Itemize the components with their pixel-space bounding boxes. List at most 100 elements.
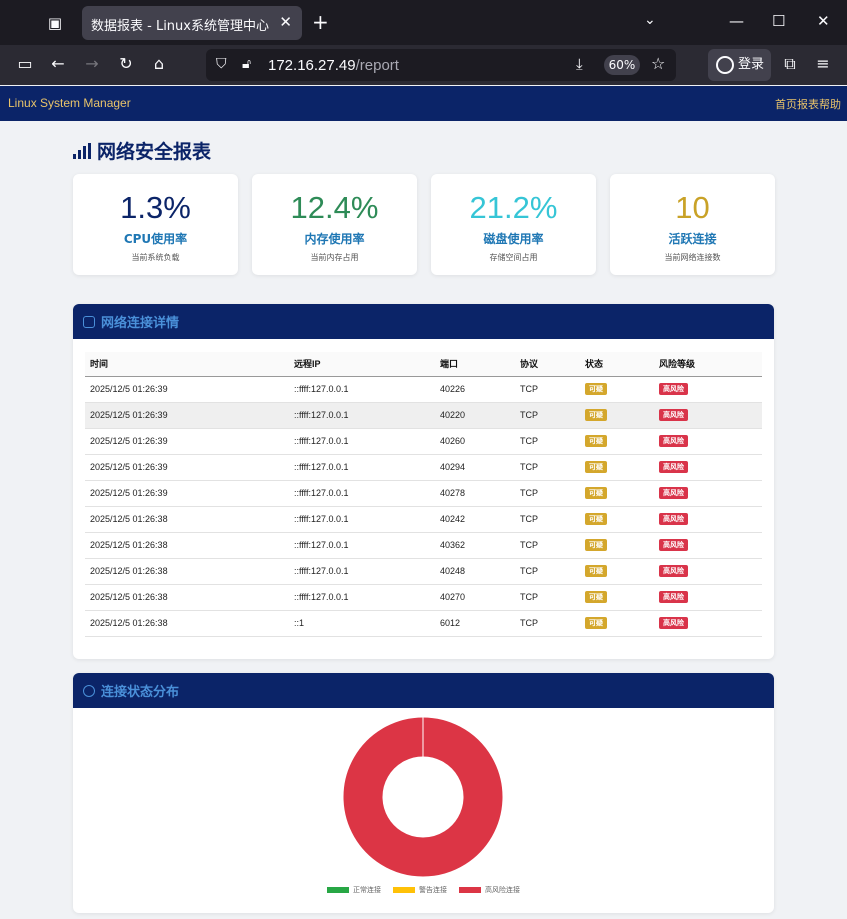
stat-card-cpu: 1.3% CPU使用率 当前系统负载 [73,174,238,275]
shield-icon [83,315,95,328]
risk-badge: 高风险 [659,565,688,577]
cell-time: 2025/12/5 01:26:39 [85,402,289,429]
cell-port: 40220 [435,402,515,429]
status-badge-cell: 可疑 [580,532,654,559]
nav-home[interactable]: 首页 [775,98,797,111]
cell-port: 6012 [435,610,515,637]
risk-badge: 高风险 [659,461,688,473]
stat-label: 磁盘使用率 [483,232,544,246]
table-row: 2025/12/5 01:26:38::ffff:127.0.0.1 40362 T… [85,532,762,559]
stat-value: 21.2% [469,190,558,225]
stat-label: 活跃连接 [668,232,717,246]
risk-badge-cell: 高风险 [654,584,762,611]
legend-item[interactable]: 正常连接 [327,885,381,895]
risk-badge-cell: 高风险 [654,454,762,481]
cell-ip: ::ffff:127.0.0.1 [289,454,435,481]
legend-item[interactable]: 警告连接 [393,885,447,895]
menu-icon[interactable]: ≡ [812,54,834,73]
risk-badge-cell: 高风险 [654,506,762,533]
tab-list-icon[interactable]: ▣ [44,12,66,34]
cell-ip: ::ffff:127.0.0.1 [289,428,435,455]
col-time: 时间 [85,352,289,377]
brand-logo[interactable]: Linux System Manager [8,96,131,110]
zoom-level[interactable]: 60% [604,55,640,75]
risk-badge: 高风险 [659,383,688,395]
forward-icon[interactable]: → [81,54,103,73]
cell-ip: ::ffff:127.0.0.1 [289,532,435,559]
cell-proto: TCP [515,506,580,533]
shield-icon[interactable]: ⛉ [216,56,227,72]
donut-chart [342,716,504,878]
new-tab-icon[interactable]: + [312,10,329,34]
legend-swatch [393,887,415,893]
cell-port: 40260 [435,428,515,455]
status-badge: 可疑 [585,591,607,603]
cell-time: 2025/12/5 01:26:38 [85,610,289,637]
reload-icon[interactable]: ↻ [115,54,137,73]
connections-table: 时间 远程IP 端口 协议 状态 风险等级 2025/12/5 01:26:39… [85,352,762,637]
table-row: 2025/12/5 01:26:39::ffff:127.0.0.1 40220 T… [85,402,762,429]
status-badge: 可疑 [585,617,607,629]
status-badge-cell: 可疑 [580,402,654,429]
cell-time: 2025/12/5 01:26:39 [85,480,289,507]
signal-bars-icon [73,142,91,159]
cell-proto: TCP [515,532,580,559]
url-text[interactable]: 172.16.27.49/report [268,57,399,74]
minimize-icon[interactable]: — [729,12,744,30]
sidebar-icon[interactable]: ▭ [14,54,36,73]
legend-label: 正常连接 [353,886,381,894]
nav-help[interactable]: 帮助 [819,98,841,111]
status-badge-cell: 可疑 [580,428,654,455]
page-title-text: 网络安全报表 [97,141,212,163]
cell-ip: ::ffff:127.0.0.1 [289,558,435,585]
stat-sub: 当前网络连接数 [664,253,721,262]
chart-legend: 正常连接 警告连接 高风险连接 [73,885,774,895]
cell-time: 2025/12/5 01:26:38 [85,558,289,585]
col-port: 端口 [435,352,515,377]
stat-sub: 存储空间占用 [489,253,538,262]
close-window-icon[interactable]: ✕ [817,12,830,30]
panel-header: 网络连接详情 [73,304,774,339]
panel-header: 连接状态分布 [73,673,774,708]
cell-proto: TCP [515,558,580,585]
status-badge-cell: 可疑 [580,376,654,403]
legend-label: 高风险连接 [485,886,520,894]
cell-proto: TCP [515,454,580,481]
cell-proto: TCP [515,428,580,455]
col-ip: 远程IP [289,352,435,377]
login-button[interactable]: 登录 [708,49,771,81]
bookmark-star-icon[interactable]: ☆ [651,54,665,73]
cell-time: 2025/12/5 01:26:39 [85,454,289,481]
stat-sub: 当前内存占用 [310,253,359,262]
tab-close-icon[interactable]: ✕ [279,13,292,31]
stat-value: 12.4% [290,190,379,225]
stat-label: 内存使用率 [304,232,365,246]
risk-badge: 高风险 [659,409,688,421]
browser-tab[interactable]: 数据报表 - Linux系统管理中心 ✕ [82,6,302,40]
table-row: 2025/12/5 01:26:39::ffff:127.0.0.1 40278 T… [85,480,762,507]
cell-time: 2025/12/5 01:26:38 [85,532,289,559]
chevron-down-icon[interactable]: ⌄ [644,12,656,28]
back-icon[interactable]: ← [47,54,69,73]
cell-ip: ::ffff:127.0.0.1 [289,376,435,403]
legend-item[interactable]: 高风险连接 [459,885,520,895]
lock-icon[interactable]: 🔓︎ [242,56,251,72]
status-badge-cell: 可疑 [580,584,654,611]
status-badge: 可疑 [585,435,607,447]
download-icon[interactable]: ⤓ [576,55,583,73]
risk-badge: 高风险 [659,435,688,447]
nav-report[interactable]: 报表 [797,98,819,111]
cell-time: 2025/12/5 01:26:38 [85,584,289,611]
url-bar[interactable]: ⛉ 🔓︎ 172.16.27.49/report ⤓ 60% ☆ [206,49,676,81]
extensions-icon[interactable]: ⧉ [779,54,801,74]
home-icon[interactable]: ⌂ [148,54,170,73]
cell-port: 40270 [435,584,515,611]
col-risk: 风险等级 [654,352,762,377]
account-icon [716,56,734,74]
status-badge-cell: 可疑 [580,558,654,585]
maximize-icon[interactable]: ☐ [772,12,785,30]
header-nav: 首页报表帮助 [775,96,841,112]
status-badge: 可疑 [585,487,607,499]
stat-card-disk: 21.2% 磁盘使用率 存储空间占用 [431,174,596,275]
panel-title: 网络连接详情 [101,316,180,331]
